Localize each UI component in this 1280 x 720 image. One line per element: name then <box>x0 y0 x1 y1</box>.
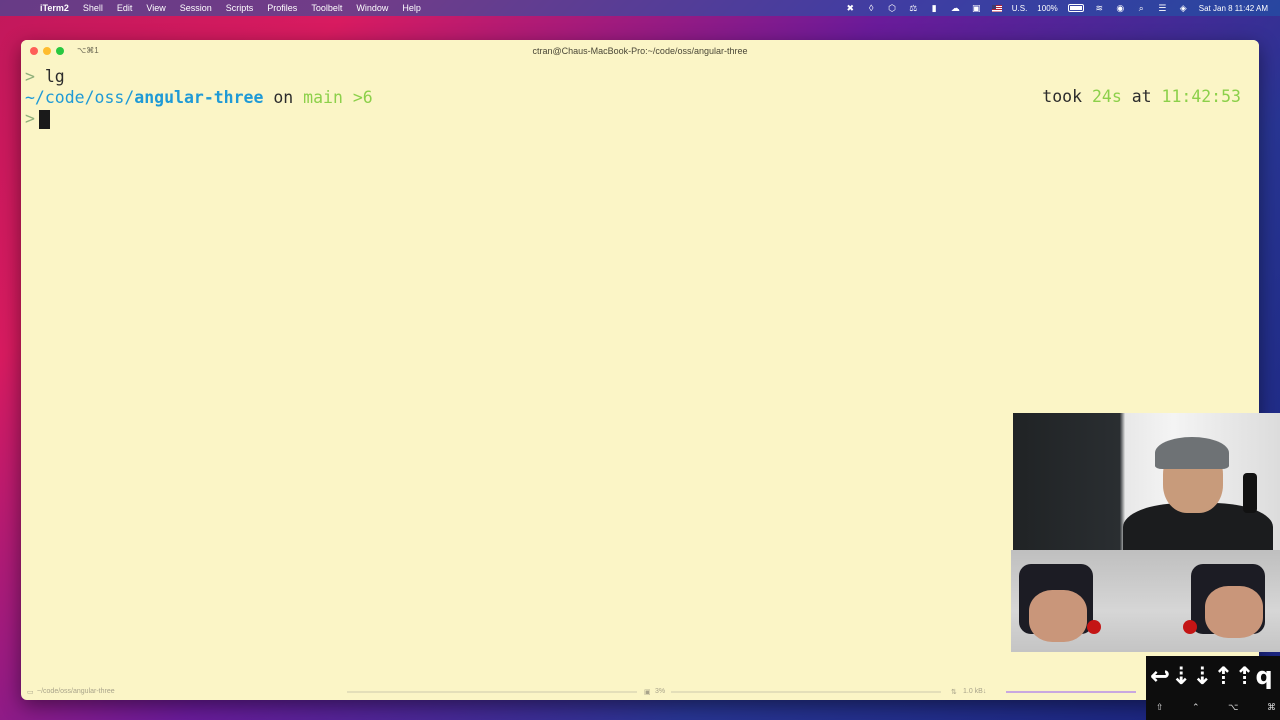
status-app-icon[interactable]: ✖ <box>845 3 856 13</box>
search-icon[interactable]: ⌕ <box>1136 3 1147 13</box>
menu-bar: iTerm2 Shell Edit View Session Scripts P… <box>0 0 1280 16</box>
memory-bar <box>347 691 637 693</box>
menu-window[interactable]: Window <box>356 3 388 13</box>
battery-icon[interactable] <box>1067 4 1084 12</box>
trackball-right <box>1183 620 1197 634</box>
status-bar: ▭ ~/code/oss/angular-three ▣ 3% ⇅ 1.0 kB… <box>21 684 1259 700</box>
modifier-keys: ⇧ ⌃ ⌥ ⌘ <box>1156 703 1276 713</box>
shift-icon: ⇧ <box>1156 703 1164 713</box>
git-ahead-count: >6 <box>352 88 373 107</box>
scales-icon[interactable]: ⚖ <box>908 3 919 13</box>
prompt-symbol: > <box>25 67 35 86</box>
input-source-label[interactable]: U.S. <box>1012 4 1028 13</box>
battery-percent: 100% <box>1037 3 1058 13</box>
window-layout-icon[interactable]: ▣ <box>971 3 982 13</box>
control-center-icon[interactable]: ☰ <box>1157 3 1168 13</box>
window-titlebar[interactable]: ⌥⌘1 ctran@Chaus-MacBook-Pro:~/code/oss/a… <box>21 40 1259 62</box>
control-icon: ⌃ <box>1192 703 1200 713</box>
trackball-left <box>1087 620 1101 634</box>
menu-scripts[interactable]: Scripts <box>226 3 254 13</box>
took-word: took <box>1042 87 1083 106</box>
cpu-bar <box>671 691 941 693</box>
cube-icon[interactable]: ⬡ <box>887 3 898 13</box>
network-icon: ⇅ <box>951 689 957 696</box>
menu-app-name[interactable]: iTerm2 <box>40 3 69 13</box>
at-word: at <box>1131 87 1152 106</box>
menu-shell[interactable]: Shell <box>83 3 103 13</box>
window-title: ctran@Chaus-MacBook-Pro:~/code/oss/angul… <box>532 46 748 56</box>
us-flag-icon[interactable] <box>991 4 1002 12</box>
network-graph <box>1006 691 1136 693</box>
on-word: on <box>273 88 294 107</box>
keystroke-overlay: ↩⇣⇣⇡⇡q ⇧ ⌃ ⌥ ⌘ <box>1146 656 1280 720</box>
prompt-symbol: > <box>25 109 35 128</box>
option-icon: ⌥ <box>1228 703 1239 713</box>
siri-icon[interactable]: ◈ <box>1178 3 1189 13</box>
wifi-icon[interactable]: ≋ <box>1094 3 1105 13</box>
cpu-icon: ▣ <box>644 689 651 696</box>
microphone <box>1243 473 1257 513</box>
duration-value: 24s <box>1091 87 1122 106</box>
menu-edit[interactable]: Edit <box>117 3 133 13</box>
user-icon[interactable]: ◉ <box>1115 3 1126 13</box>
webcam-keyboard <box>1011 550 1280 652</box>
prompt-info-line: ~/code/oss/angular-three on main >6 <box>25 87 373 108</box>
person-cap <box>1155 437 1229 469</box>
menu-clock[interactable]: Sat Jan 8 11:42 AM <box>1199 4 1268 13</box>
command-duration: took 24s at 11:42:53 <box>1042 87 1241 106</box>
previous-command: lg <box>44 67 65 86</box>
status-path[interactable]: ~/code/oss/angular-three <box>37 688 115 695</box>
git-branch: main <box>303 88 343 107</box>
history-line: > lg <box>25 66 373 87</box>
menu-view[interactable]: View <box>146 3 165 13</box>
menu-help[interactable]: Help <box>402 3 421 13</box>
terminal-output[interactable]: > lg ~/code/oss/angular-three on main >6… <box>25 66 373 129</box>
current-prompt-line[interactable]: > <box>25 108 373 129</box>
menu-session[interactable]: Session <box>180 3 212 13</box>
cwd-repo: angular-three <box>134 88 264 107</box>
left-hand <box>1029 590 1087 642</box>
sidebar-icon[interactable]: ▮ <box>929 3 940 13</box>
status-network: 1.0 kB↓ <box>963 688 987 695</box>
menu-profiles[interactable]: Profiles <box>267 3 297 13</box>
status-folder-icon: ▭ <box>27 689 34 696</box>
apple-menu-icon[interactable] <box>14 3 24 13</box>
shield-icon[interactable]: ◊ <box>866 3 877 13</box>
menu-toolbelt[interactable]: Toolbelt <box>311 3 342 13</box>
webcam-face <box>1013 413 1280 550</box>
command-time: 11:42:53 <box>1161 87 1241 106</box>
text-cursor <box>38 110 50 129</box>
menu-bar-extras: ✖ ◊ ⬡ ⚖ ▮ ☁ ▣ U.S. 100% ≋ ◉ ⌕ ☰ ◈ Sat Ja… <box>845 0 1268 16</box>
cloud-icon[interactable]: ☁ <box>950 3 961 13</box>
right-hand <box>1205 586 1263 638</box>
pressed-keys: ↩⇣⇣⇡⇡q <box>1150 662 1274 690</box>
command-icon: ⌘ <box>1266 703 1276 713</box>
cwd-prefix: ~/code/oss/ <box>25 88 135 107</box>
status-cpu: 3% <box>655 688 666 695</box>
